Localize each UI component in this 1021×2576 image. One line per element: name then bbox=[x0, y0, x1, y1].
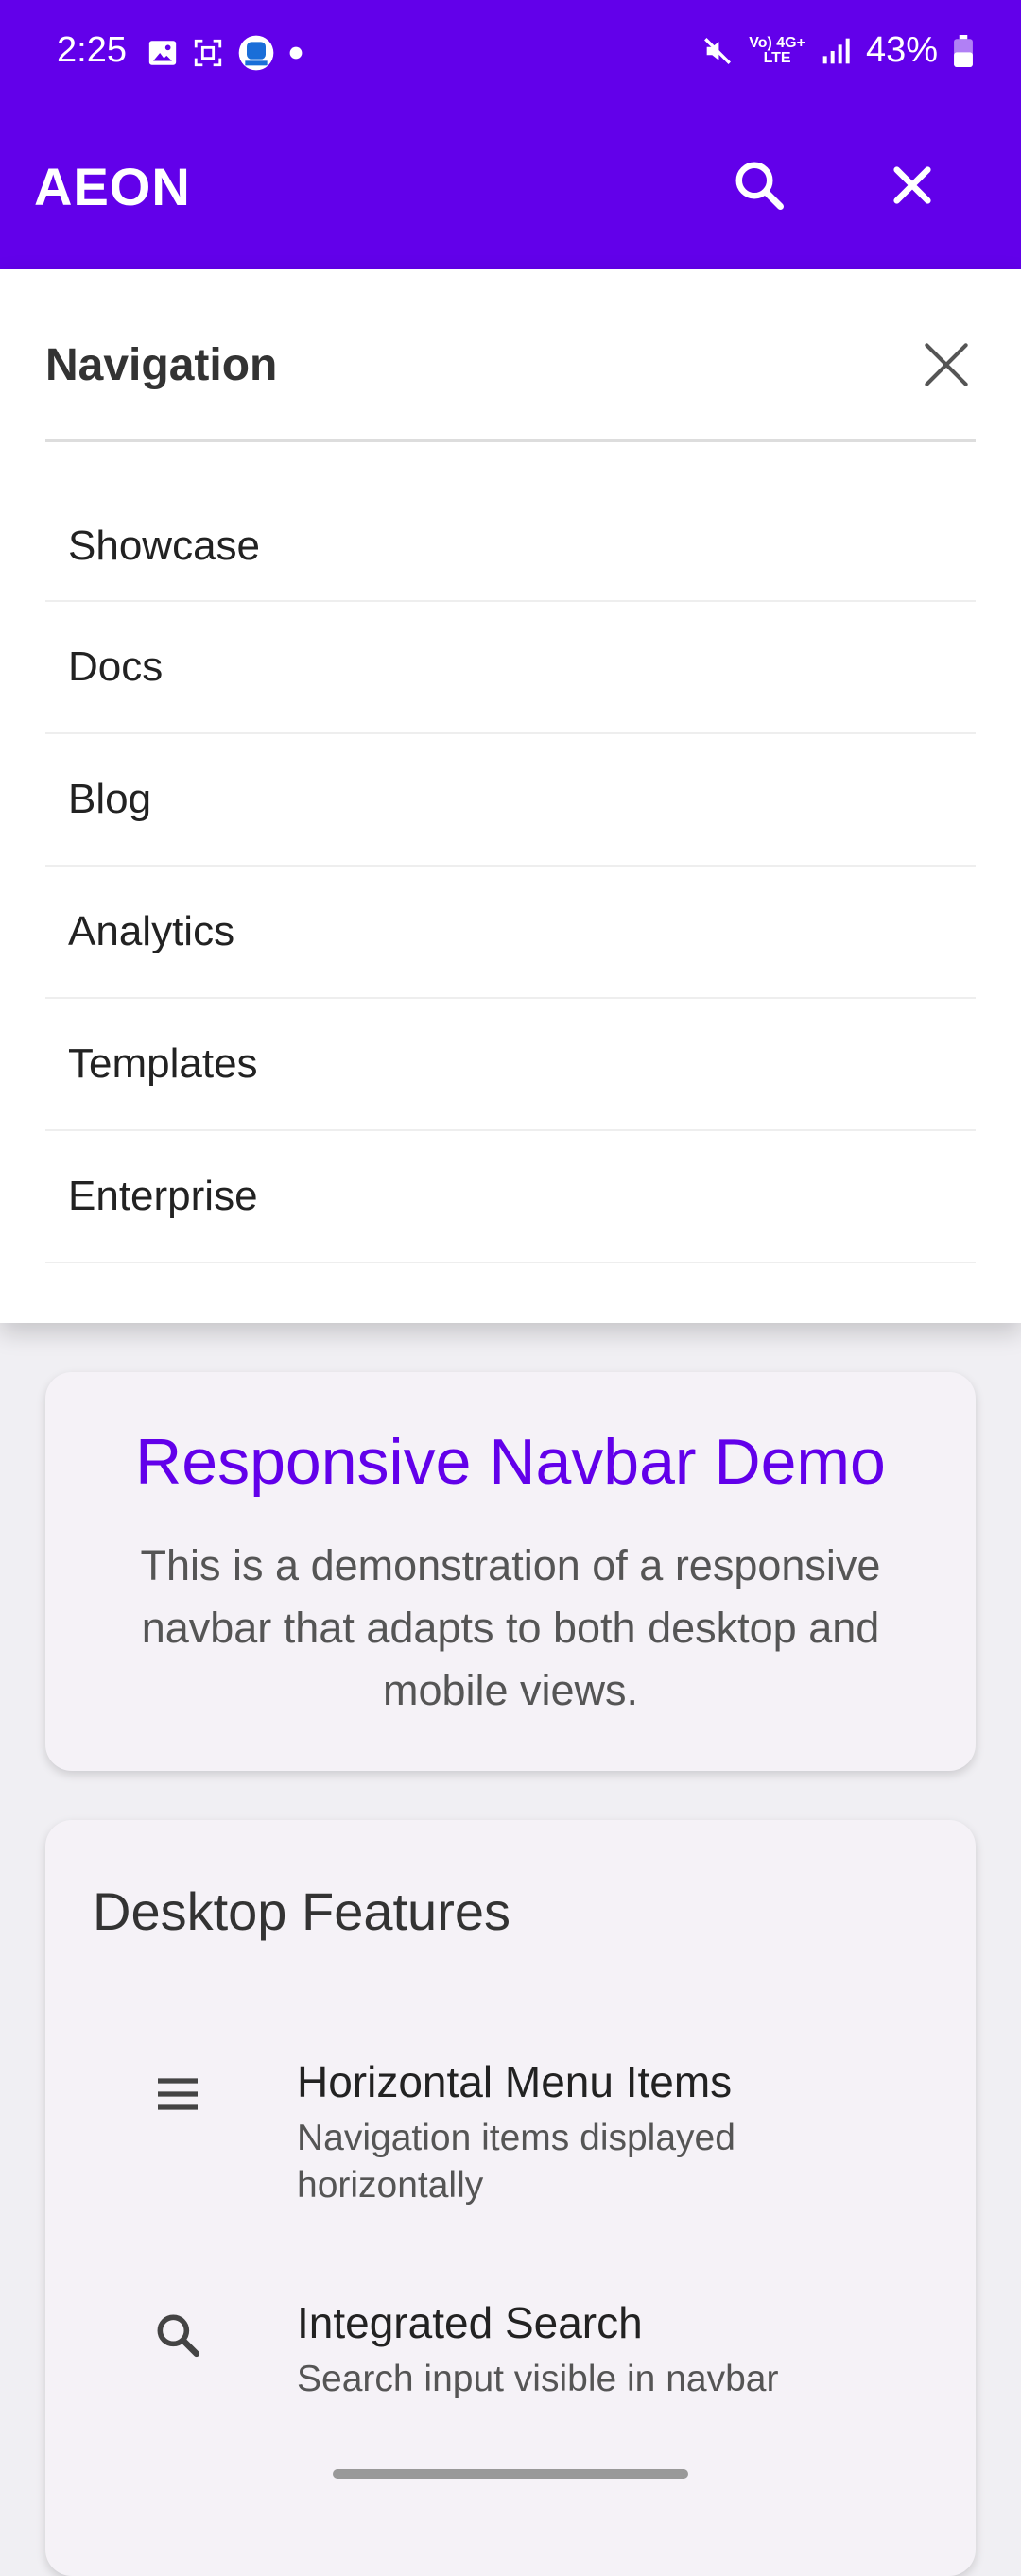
demo-card: Responsive Navbar Demo This is a demonst… bbox=[45, 1372, 976, 1771]
signal-icon bbox=[822, 38, 850, 63]
mute-icon bbox=[704, 37, 732, 64]
search-button[interactable] bbox=[726, 152, 792, 218]
network-bottom: LTE bbox=[763, 49, 791, 66]
demo-description: This is a demonstration of a responsive … bbox=[140, 1541, 881, 1714]
feature-subtitle: Navigation items displayed horizontally bbox=[297, 2118, 735, 2206]
features-heading: Desktop Features bbox=[93, 1881, 510, 1941]
brand-logo[interactable]: AEON bbox=[34, 156, 191, 217]
nav-item-analytics[interactable]: Analytics bbox=[45, 867, 976, 999]
feature-title: Horizontal Menu Items bbox=[297, 2057, 733, 2106]
drawer-title: Navigation bbox=[45, 340, 278, 390]
image-icon bbox=[148, 41, 177, 65]
system-status: Vo) 4G+ LTE 43% bbox=[701, 30, 974, 71]
network-top: Vo) 4G+ bbox=[749, 34, 805, 51]
status-time: 2:25 bbox=[57, 30, 127, 70]
battery-icon bbox=[954, 34, 973, 67]
nav-list: Showcase Docs Blog Analytics Templates E… bbox=[45, 496, 976, 1263]
nav-item-docs[interactable]: Docs bbox=[45, 602, 976, 734]
drawer-header: Navigation bbox=[45, 269, 976, 442]
navigation-drawer: Navigation Showcase Docs Blog Analytics … bbox=[0, 269, 1021, 1323]
home-indicator[interactable] bbox=[333, 2469, 688, 2479]
nav-item-blog[interactable]: Blog bbox=[45, 734, 976, 867]
nav-item-enterprise[interactable]: Enterprise bbox=[45, 1131, 976, 1263]
close-icon bbox=[893, 166, 931, 204]
close-icon bbox=[925, 343, 968, 386]
battery-percent: 43% bbox=[865, 30, 938, 70]
search-icon bbox=[140, 2297, 216, 2373]
drawer-close-button[interactable] bbox=[917, 335, 976, 394]
app-bar: AEON bbox=[0, 109, 1021, 269]
feature-subtitle: Search input visible in navbar bbox=[297, 2359, 779, 2399]
feature-title: Integrated Search bbox=[297, 2298, 643, 2347]
menu-icon bbox=[140, 2056, 216, 2132]
demo-title: Responsive Navbar Demo bbox=[135, 1426, 886, 1498]
features-card: Desktop Features Horizontal Menu Items N… bbox=[45, 1820, 976, 2576]
nav-item-templates[interactable]: Templates bbox=[45, 999, 976, 1131]
status-bar: 2:25 Vo) 4G+ LTE 43% bbox=[0, 0, 1021, 109]
close-menu-button[interactable] bbox=[879, 152, 945, 218]
network-labels: Vo) 4G+ LTE bbox=[749, 34, 805, 66]
nav-item-showcase[interactable]: Showcase bbox=[45, 496, 976, 602]
app-icon bbox=[238, 35, 274, 71]
notification-icons bbox=[147, 34, 303, 72]
dot-icon bbox=[289, 46, 303, 60]
search-icon bbox=[735, 162, 784, 210]
screenshot-icon bbox=[194, 39, 222, 67]
